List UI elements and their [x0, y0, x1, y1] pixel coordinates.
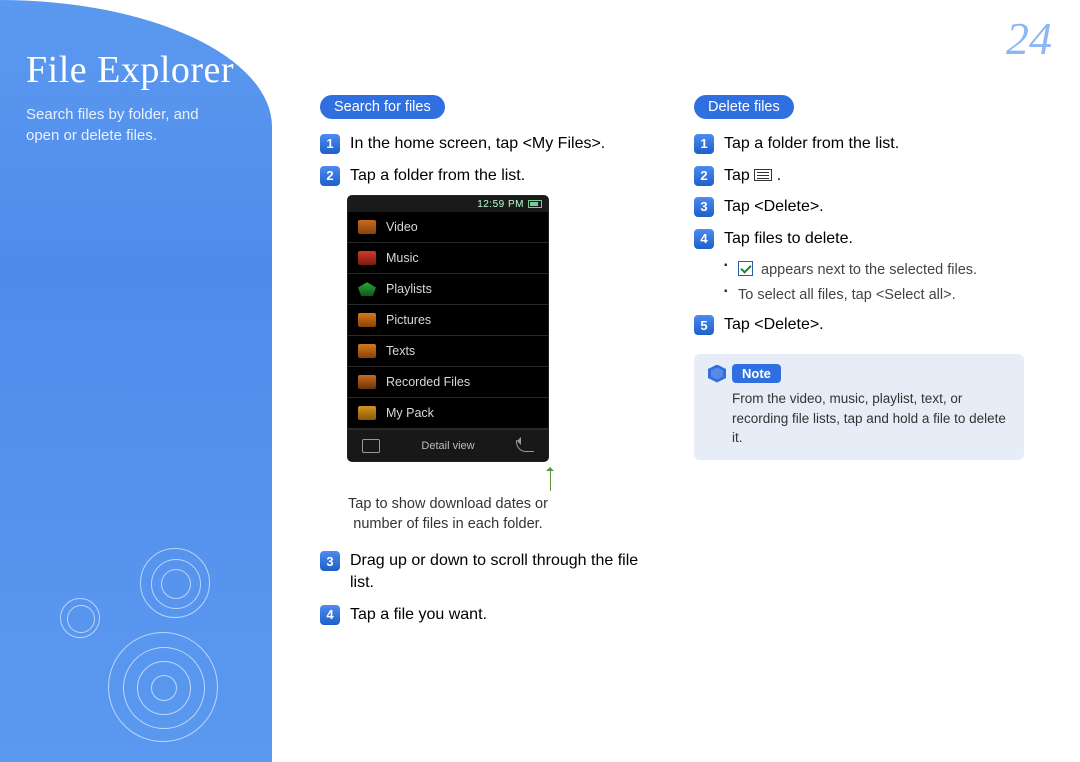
menu-icon [754, 169, 772, 181]
step-text: Tap a folder from the list. [350, 165, 525, 187]
decoration-circle [108, 632, 218, 742]
list-item[interactable]: Music [348, 243, 548, 274]
list-item[interactable]: My Pack [348, 398, 548, 429]
folder-icon [358, 313, 376, 327]
text: , tap <My Files>. [487, 135, 605, 152]
section-heading-delete: Delete files [694, 95, 794, 119]
folder-label: Recorded Files [386, 375, 470, 389]
folder-label: Pictures [386, 313, 431, 327]
folder-icon [358, 220, 376, 234]
step-text: In the home screen, tap <My Files>. [350, 133, 605, 155]
step-text: Tap <Delete>. [724, 196, 824, 218]
menu-icon[interactable] [362, 439, 380, 453]
note-header: Note [708, 364, 1010, 383]
bullet: appears next to the selected files. [724, 259, 1034, 281]
step-text: Drag up or down to scroll through the fi… [350, 550, 660, 593]
folder-label: Video [386, 220, 418, 234]
folder-icon [358, 375, 376, 389]
step-text: Tap a file you want. [350, 604, 487, 626]
step-5: 5 Tap <Delete>. [694, 314, 1034, 336]
delete-files-section: Delete files 1 Tap a folder from the lis… [694, 95, 1034, 752]
list-item[interactable]: Playlists [348, 274, 548, 305]
folder-icon [358, 251, 376, 265]
note-text: From the video, music, playlist, text, o… [708, 389, 1010, 448]
step-number-icon: 5 [694, 315, 714, 335]
list-item[interactable]: Video [348, 212, 548, 243]
list-item[interactable]: Recorded Files [348, 367, 548, 398]
decoration-circle [140, 548, 210, 618]
note-box: Note From the video, music, playlist, te… [694, 354, 1024, 460]
step-number-icon: 2 [320, 166, 340, 186]
folder-icon [358, 344, 376, 358]
note-label: Note [732, 364, 781, 383]
callout-arrow [440, 463, 660, 491]
note-icon [708, 365, 726, 383]
step-text: Tap <Delete>. [724, 314, 824, 336]
checkmark-icon [738, 261, 753, 276]
text: . [772, 167, 781, 184]
section-heading-search: Search for files [320, 95, 445, 119]
step-3: 3 Tap <Delete>. [694, 196, 1034, 218]
step-text: Tap a folder from the list. [724, 133, 899, 155]
search-for-files-section: Search for files 1 In the home screen, t… [320, 95, 660, 752]
page-number: 24 [1006, 12, 1052, 65]
screenshot-caption: Tap to show download dates or number of … [338, 495, 558, 534]
step-number-icon: 3 [694, 197, 714, 217]
step-number-icon: 1 [320, 134, 340, 154]
home-screen-link[interactable]: home screen [394, 135, 487, 152]
bottom-bar: Detail view [348, 429, 548, 461]
folder-label: Playlists [386, 282, 432, 296]
step-number-icon: 2 [694, 166, 714, 186]
text: In the [350, 135, 394, 152]
main-content: Search for files 1 In the home screen, t… [320, 95, 1060, 752]
step-text: Tap . [724, 165, 781, 187]
detail-view-button[interactable]: Detail view [421, 440, 474, 452]
step-number-icon: 3 [320, 551, 340, 571]
step-1: 1 In the home screen, tap <My Files>. [320, 133, 660, 155]
sub-bullets: appears next to the selected files. To s… [724, 259, 1034, 306]
status-bar: 12:59 PM [348, 196, 548, 212]
bullet: To select all files, tap <Select all>. [724, 285, 1034, 306]
folder-icon [358, 282, 376, 296]
back-icon[interactable] [516, 440, 534, 452]
list-item[interactable]: Texts [348, 336, 548, 367]
text: appears next to the selected files. [757, 262, 977, 278]
step-4: 4 Tap a file you want. [320, 604, 660, 626]
step-number-icon: 4 [694, 229, 714, 249]
battery-icon [528, 200, 542, 208]
device-screenshot: 12:59 PM Video Music Playlists Pictures … [348, 196, 548, 461]
step-1: 1 Tap a folder from the list. [694, 133, 1034, 155]
step-number-icon: 1 [694, 134, 714, 154]
sidebar: File Explorer Search files by folder, an… [0, 0, 272, 762]
page-title: File Explorer [26, 48, 250, 92]
folder-label: Music [386, 251, 419, 265]
page-subtitle: Search files by folder, and open or dele… [26, 104, 236, 146]
folder-icon [358, 406, 376, 420]
folder-label: My Pack [386, 406, 434, 420]
decoration-circle [60, 598, 100, 638]
step-2: 2 Tap a folder from the list. [320, 165, 660, 187]
step-3: 3 Drag up or down to scroll through the … [320, 550, 660, 593]
list-item[interactable]: Pictures [348, 305, 548, 336]
step-text: Tap files to delete. [724, 228, 853, 250]
step-2: 2 Tap . [694, 165, 1034, 187]
text: Tap [724, 167, 754, 184]
folder-label: Texts [386, 344, 415, 358]
step-4: 4 Tap files to delete. [694, 228, 1034, 250]
step-number-icon: 4 [320, 605, 340, 625]
status-time: 12:59 PM [477, 199, 524, 210]
